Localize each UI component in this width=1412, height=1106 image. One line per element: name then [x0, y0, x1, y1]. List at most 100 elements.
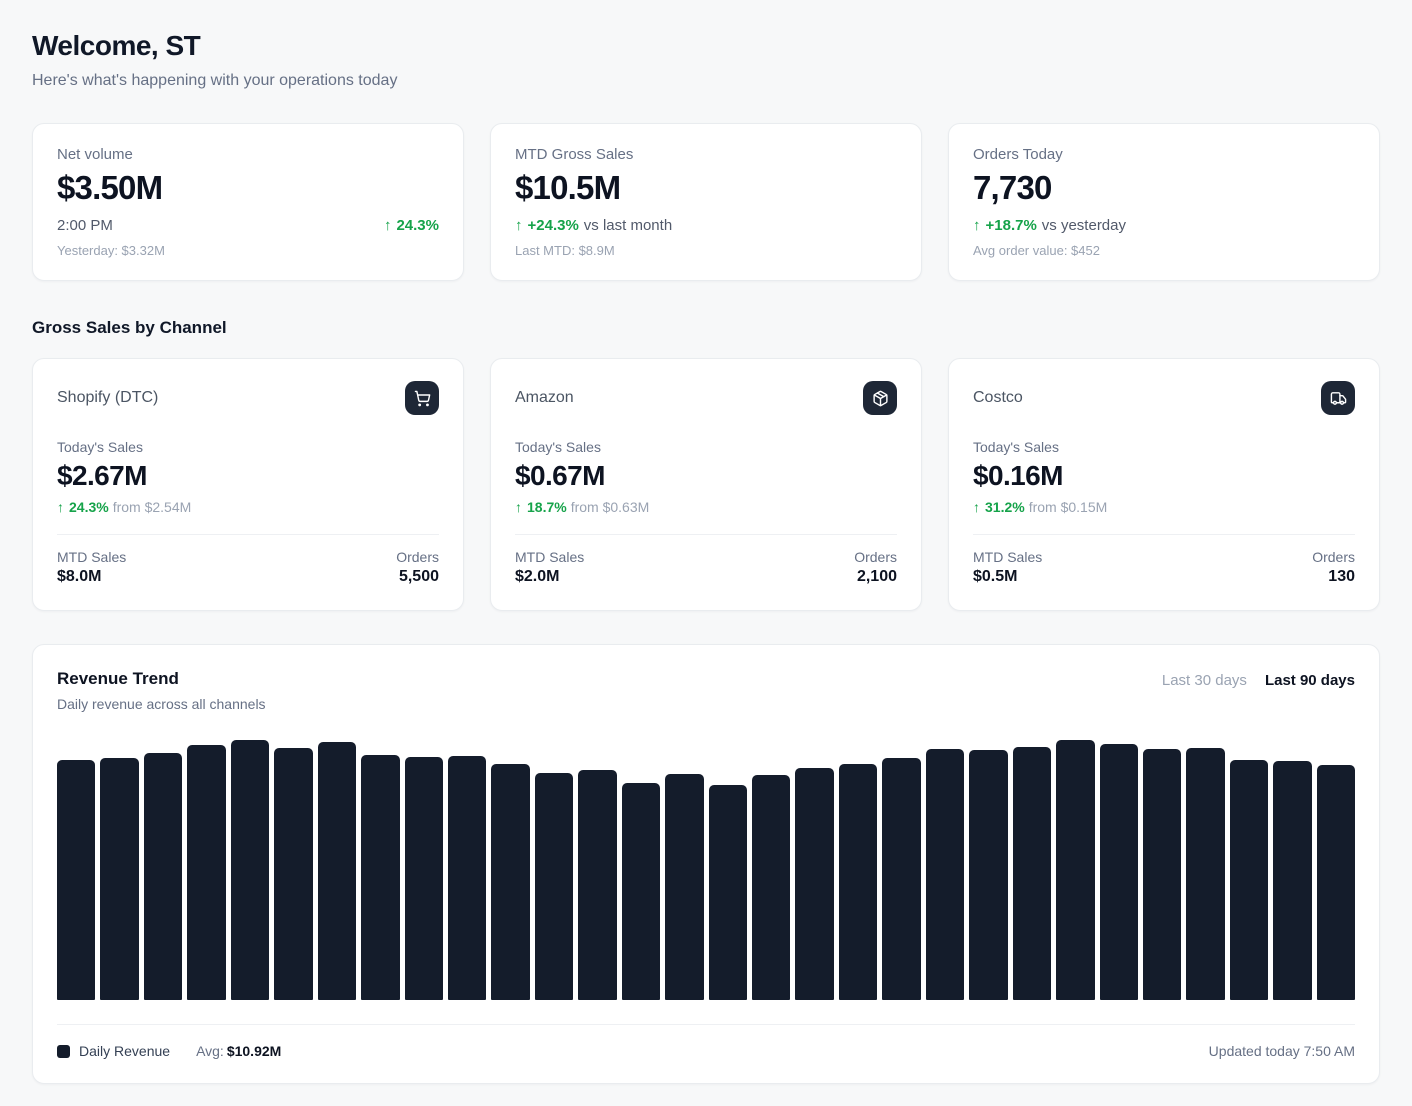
trend-value: +18.7% — [986, 217, 1037, 234]
trend-from: from $0.63M — [571, 499, 650, 515]
orders: Orders 5,500 — [396, 549, 439, 586]
avg-label: Avg: — [196, 1043, 224, 1059]
orders-value: 130 — [1312, 568, 1355, 586]
revenue-bar[interactable] — [882, 758, 920, 1000]
page-header: Welcome, ST Here's what's happening with… — [32, 30, 1380, 90]
revenue-bar[interactable] — [448, 756, 486, 1000]
page-subtitle: Here's what's happening with your operat… — [32, 72, 1380, 90]
orders-label: Orders — [396, 549, 439, 565]
kpi-trend-row: ↑ +18.7% vs yesterday — [973, 217, 1355, 234]
revenue-bar[interactable] — [839, 764, 877, 1000]
kpi-value: $10.5M — [515, 169, 897, 207]
divider — [515, 534, 897, 535]
trend-badge: ↑24.3% — [384, 217, 439, 234]
revenue-bar[interactable] — [100, 758, 138, 1000]
kpi-card-mtd-gross-sales: MTD Gross Sales $10.5M ↑ +24.3% vs last … — [490, 123, 922, 281]
revenue-bar[interactable] — [57, 760, 95, 1000]
revenue-bar[interactable] — [926, 749, 964, 1000]
range-button-last-30-days[interactable]: Last 30 days — [1162, 672, 1247, 689]
revenue-bar[interactable] — [1186, 748, 1224, 1000]
range-toggle: Last 30 days Last 90 days — [1162, 669, 1355, 689]
legend-swatch — [57, 1045, 70, 1058]
channel-header: Shopify (DTC) — [57, 381, 439, 415]
revenue-bar[interactable] — [1317, 765, 1355, 1000]
revenue-bar[interactable] — [535, 773, 573, 1000]
revenue-bar[interactable] — [187, 745, 225, 1000]
today-sales-value: $0.16M — [973, 460, 1355, 492]
kpi-label: MTD Gross Sales — [515, 146, 897, 163]
channel-footer: MTD Sales $2.0M Orders 2,100 — [515, 549, 897, 586]
divider — [973, 534, 1355, 535]
kpi-value: $3.50M — [57, 169, 439, 207]
divider — [57, 1024, 1355, 1025]
mtd-sales-value: $8.0M — [57, 568, 126, 586]
revenue-bar[interactable] — [1143, 749, 1181, 1000]
revenue-bar[interactable] — [752, 775, 790, 1000]
revenue-titles: Revenue Trend Daily revenue across all c… — [57, 669, 266, 712]
revenue-bar[interactable] — [578, 770, 616, 1000]
revenue-title: Revenue Trend — [57, 669, 266, 689]
kpi-card-net-volume: Net volume $3.50M 2:00 PM ↑24.3% Yesterd… — [32, 123, 464, 281]
revenue-bar[interactable] — [361, 755, 399, 1000]
orders: Orders 2,100 — [854, 549, 897, 586]
trend-value: 31.2% — [985, 499, 1025, 515]
revenue-bar[interactable] — [144, 753, 182, 1000]
revenue-bar[interactable] — [274, 748, 312, 1000]
channel-trend: ↑24.3%from $2.54M — [57, 499, 439, 515]
orders-label: Orders — [1312, 549, 1355, 565]
kpi-value: 7,730 — [973, 169, 1355, 207]
revenue-bar[interactable] — [1100, 744, 1138, 1000]
divider — [57, 534, 439, 535]
revenue-bar[interactable] — [622, 783, 660, 1000]
kpi-trend-row: 2:00 PM ↑24.3% — [57, 217, 439, 234]
trend-value: +24.3% — [528, 217, 579, 234]
kpi-footnote: Yesterday: $3.32M — [57, 243, 439, 258]
revenue-bar[interactable] — [1230, 760, 1268, 1000]
mtd-sales: MTD Sales $0.5M — [973, 549, 1042, 586]
channel-header: Costco — [973, 381, 1355, 415]
range-button-last-90-days[interactable]: Last 90 days — [1265, 672, 1355, 689]
revenue-bar[interactable] — [1056, 740, 1094, 1000]
mtd-sales-value: $2.0M — [515, 568, 584, 586]
mtd-sales: MTD Sales $2.0M — [515, 549, 584, 586]
trend-up-icon: ↑ — [515, 499, 522, 515]
trend-up-icon: ↑ — [57, 499, 64, 515]
legend-average: Avg:$10.92M — [196, 1043, 281, 1059]
channel-name: Amazon — [515, 389, 574, 407]
revenue-bar[interactable] — [969, 750, 1007, 1000]
revenue-bar[interactable] — [709, 785, 747, 1000]
revenue-bar[interactable] — [491, 764, 529, 1000]
mtd-sales: MTD Sales $8.0M — [57, 549, 126, 586]
trend-up-icon: ↑ — [973, 499, 980, 515]
channel-name: Shopify (DTC) — [57, 389, 158, 407]
kpi-label: Net volume — [57, 146, 439, 163]
channel-card-shopify: Shopify (DTC) Today's Sales $2.67M ↑24.3… — [32, 358, 464, 611]
kpi-footnote: Avg order value: $452 — [973, 243, 1355, 258]
channel-trend: ↑31.2%from $0.15M — [973, 499, 1355, 515]
kpi-time: 2:00 PM — [57, 217, 113, 234]
chart-legend: Daily Revenue Avg:$10.92M — [57, 1043, 281, 1059]
dashboard-page: Welcome, ST Here's what's happening with… — [0, 0, 1412, 1106]
trend-up-icon: ↑ — [973, 217, 981, 234]
revenue-bar[interactable] — [1013, 747, 1051, 1000]
legend-label: Daily Revenue — [79, 1043, 170, 1059]
trend-suffix: vs last month — [584, 217, 672, 234]
truck-icon — [1321, 381, 1355, 415]
package-icon — [863, 381, 897, 415]
revenue-bar[interactable] — [405, 757, 443, 1000]
page-title: Welcome, ST — [32, 30, 1380, 62]
today-sales-value: $2.67M — [57, 460, 439, 492]
orders-value: 5,500 — [396, 568, 439, 586]
trend-value: 24.3% — [69, 499, 109, 515]
revenue-bar[interactable] — [1273, 761, 1311, 1000]
revenue-bar[interactable] — [665, 774, 703, 1000]
updated-timestamp: Updated today 7:50 AM — [1209, 1043, 1355, 1059]
revenue-bar[interactable] — [231, 740, 269, 1000]
revenue-bar[interactable] — [795, 768, 833, 1000]
revenue-header: Revenue Trend Daily revenue across all c… — [57, 669, 1355, 712]
revenue-bar[interactable] — [318, 742, 356, 1000]
trend-value: 18.7% — [527, 499, 567, 515]
channel-footer: MTD Sales $8.0M Orders 5,500 — [57, 549, 439, 586]
channel-card-costco: Costco Today's Sales $0.16M ↑31.2%from $… — [948, 358, 1380, 611]
kpi-footnote: Last MTD: $8.9M — [515, 243, 897, 258]
